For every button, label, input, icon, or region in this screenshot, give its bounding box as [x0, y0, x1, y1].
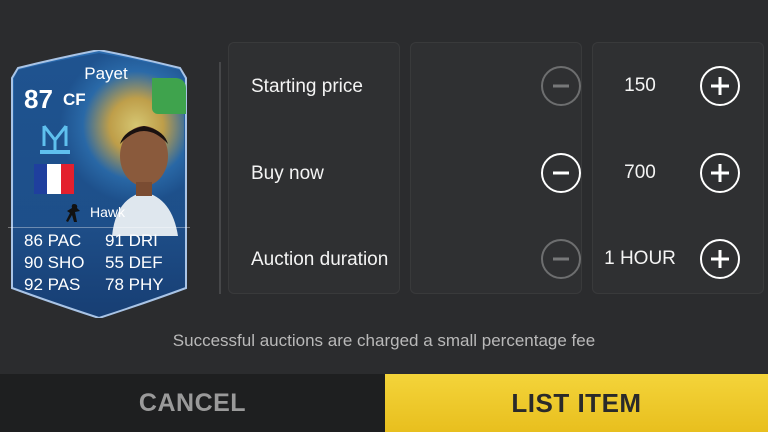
stat-sho: 90 SHO [24, 253, 85, 272]
buy-now-decrease-button[interactable] [541, 153, 581, 193]
plus-icon [711, 250, 729, 268]
stats-row: 86 PAC 91 DRI [24, 230, 186, 252]
player-card: Payet 87 CF Hawk 86 PAC 91 DRI 90 SHO 55… [8, 50, 190, 318]
starting-price-label: Starting price [251, 76, 363, 97]
list-item-button[interactable]: LIST ITEM [385, 374, 768, 432]
minus-icon [553, 84, 569, 88]
chemistry-style: Hawk [90, 204, 126, 220]
plus-icon [711, 77, 729, 95]
buy-now-increase-button[interactable] [700, 153, 740, 193]
plus-icon [711, 164, 729, 182]
cancel-button[interactable]: CANCEL [0, 374, 385, 432]
auction-duration-value: 1 HOUR [604, 248, 676, 269]
cancel-button-label: CANCEL [138, 388, 247, 417]
stat-pac: 86 PAC [24, 231, 82, 250]
starting-price-value: 150 [624, 75, 656, 96]
stat-dri: 91 DRI [105, 231, 158, 250]
club-crest-icon [40, 125, 70, 154]
card-badge [152, 78, 186, 114]
vertical-divider [219, 62, 221, 294]
stats-row: 92 PAS 78 PHY [24, 274, 186, 296]
player-rating: 87 [24, 84, 53, 114]
buy-now-value: 700 [624, 162, 656, 183]
player-stats: 86 PAC 91 DRI 90 SHO 55 DEF 92 PAS 78 PH… [24, 230, 186, 296]
player-name: Payet [84, 64, 128, 83]
buy-now-label: Buy now [251, 163, 324, 184]
fee-note: Successful auctions are charged a small … [172, 331, 596, 350]
minus-icon [553, 257, 569, 261]
stats-row: 90 SHO 55 DEF [24, 252, 186, 274]
minus-icon [553, 171, 569, 175]
stat-pas: 92 PAS [24, 275, 81, 294]
starting-price-increase-button[interactable] [700, 66, 740, 106]
card-divider [8, 227, 190, 228]
auction-duration-label: Auction duration [251, 249, 389, 270]
nation-flag [34, 164, 74, 194]
auction-duration-increase-button[interactable] [700, 239, 740, 279]
stat-def: 55 DEF [105, 253, 163, 272]
auction-duration-decrease-button[interactable] [541, 239, 581, 279]
player-position: CF [63, 90, 86, 109]
starting-price-decrease-button[interactable] [541, 66, 581, 106]
hawk-icon [66, 204, 80, 222]
stat-phy: 78 PHY [105, 275, 164, 294]
list-item-button-label: LIST ITEM [511, 387, 642, 418]
